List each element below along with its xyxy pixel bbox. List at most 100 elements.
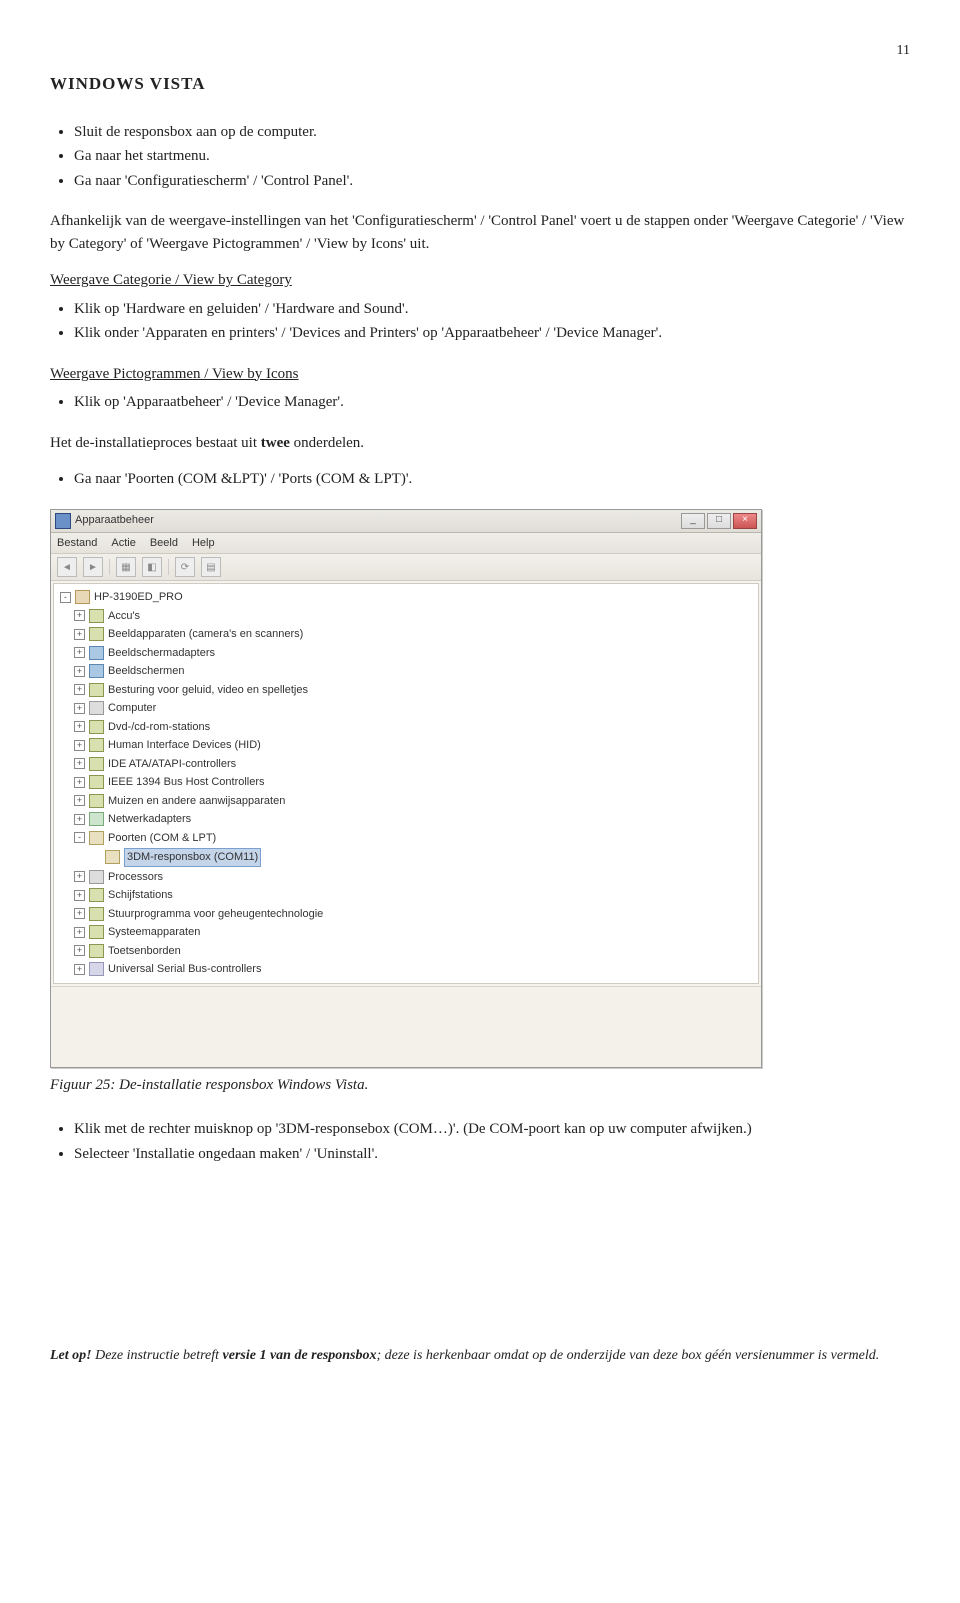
maximize-button[interactable]: □ [707,513,731,529]
device-icon [89,720,104,734]
tree-node[interactable]: + Dvd-/cd-rom-stations [56,718,756,737]
device-manager-window: Apparaatbeheer _ □ × Bestand Actie Beeld… [50,509,762,1068]
menu-action[interactable]: Actie [111,535,135,552]
device-icon [89,627,104,641]
expand-icon[interactable]: + [74,703,85,714]
list-item: Klik met de rechter muisknop op '3DM-res… [74,1118,910,1141]
view-by-icons-heading: Weergave Pictogrammen / View by Icons [50,363,910,386]
tree-label: Besturing voor geluid, video en spelletj… [108,682,308,699]
device-icon [89,888,104,902]
back-button[interactable]: ◄ [57,557,77,577]
tree-label: Netwerkadapters [108,811,191,828]
expand-icon[interactable]: + [74,666,85,677]
expand-icon[interactable]: + [74,758,85,769]
tree-label: Dvd-/cd-rom-stations [108,719,210,736]
forward-button[interactable]: ► [83,557,103,577]
device-icon [89,683,104,697]
list-item: Klik op 'Apparaatbeheer' / 'Device Manag… [74,391,910,414]
refresh-button[interactable]: ⟳ [175,557,195,577]
tree-label: Beeldschermen [108,663,184,680]
tree-node[interactable]: -Poorten (COM & LPT) [56,829,756,848]
expand-icon[interactable]: + [74,629,85,640]
device-icon [89,831,104,845]
titlebar: Apparaatbeheer _ □ × [51,510,761,533]
tree-node[interactable]: +IDE ATA/ATAPI-controllers [56,755,756,774]
toolbar-icon[interactable]: ▤ [201,557,221,577]
tree-label: Toetsenborden [108,943,181,960]
footnote: Let op! Deze instructie betreft versie 1… [50,1345,910,1366]
device-icon [89,962,104,976]
tree-node[interactable]: + Human Interface Devices (HID) [56,736,756,755]
tree-label: Universal Serial Bus-controllers [108,961,261,978]
device-icon [105,850,120,864]
tree-label: Human Interface Devices (HID) [108,737,261,754]
device-icon [89,907,104,921]
expand-icon[interactable]: + [74,647,85,658]
tree-label: Accu's [108,608,140,625]
app-icon [55,513,71,529]
tree-label: Schijfstations [108,887,173,904]
toolbar-icon[interactable]: ▦ [116,557,136,577]
expand-icon[interactable]: + [74,610,85,621]
expand-icon[interactable]: + [74,890,85,901]
device-tree: - HP-3190ED_PRO + Accu's+Beeldapparaten (… [53,583,759,984]
tree-node[interactable]: + Universal Serial Bus-controllers [56,960,756,979]
menu-view[interactable]: Beeld [150,535,178,552]
status-area [51,986,761,1067]
device-icon [89,757,104,771]
tree-node[interactable]: + Toetsenborden [56,942,756,961]
tree-node[interactable]: +IEEE 1394 Bus Host Controllers [56,773,756,792]
menu-help[interactable]: Help [192,535,215,552]
tree-node[interactable]: + Accu's [56,607,756,626]
tree-node[interactable]: +Beeldapparaten (camera's en scanners) [56,625,756,644]
tree-label: Processors [108,869,163,886]
tree-node-child[interactable]: 3DM-responsbox (COM11) [56,847,756,868]
tree-node[interactable]: + Beeldschermen [56,662,756,681]
list-item: Selecteer 'Installatie ongedaan maken' /… [74,1143,910,1166]
expand-icon[interactable]: + [74,740,85,751]
window-title: Apparaatbeheer [75,512,154,529]
tree-label: HP-3190ED_PRO [94,589,183,606]
device-icon [89,664,104,678]
minimize-button[interactable]: _ [681,513,705,529]
expand-icon[interactable]: + [74,871,85,882]
collapse-icon[interactable]: - [60,592,71,603]
device-icon [89,794,104,808]
expand-icon[interactable]: + [74,945,85,956]
toolbar: ◄ ► ▦ ◧ ⟳ ▤ [51,554,761,581]
computer-icon [75,590,90,604]
expand-icon[interactable]: + [74,795,85,806]
expand-icon[interactable]: + [74,927,85,938]
expand-icon[interactable]: + [74,908,85,919]
text: Het de-installatieproces bestaat uit [50,435,261,451]
expand-icon[interactable]: + [74,777,85,788]
menu-file[interactable]: Bestand [57,535,97,552]
tree-node[interactable]: + Processors [56,868,756,887]
expand-icon[interactable]: + [74,684,85,695]
list-item: Ga naar 'Configuratiescherm' / 'Control … [74,170,910,193]
tree-node[interactable]: +Systeemapparaten [56,923,756,942]
device-icon [89,870,104,884]
tree-label: Computer [108,700,156,717]
tree-node[interactable]: +Stuurprogramma voor geheugentechnologie [56,905,756,924]
device-icon [89,701,104,715]
category-bullet-list: Klik op 'Hardware en geluiden' / 'Hardwa… [50,298,910,345]
tree-node[interactable]: + Netwerkadapters [56,810,756,829]
expand-icon[interactable]: - [74,832,85,843]
tree-node[interactable]: + Besturing voor geluid, video en spellet… [56,681,756,700]
expand-icon[interactable]: + [74,814,85,825]
expand-icon[interactable]: + [74,964,85,975]
toolbar-icon[interactable]: ◧ [142,557,162,577]
tree-label: Muizen en andere aanwijsapparaten [108,793,285,810]
device-icon [89,775,104,789]
device-icon [89,646,104,660]
tree-node[interactable]: +Beeldschermadapters [56,644,756,663]
close-button[interactable]: × [733,513,757,529]
tree-root[interactable]: - HP-3190ED_PRO [56,588,756,607]
expand-icon[interactable]: + [74,721,85,732]
tree-node[interactable]: + Schijfstations [56,886,756,905]
tree-node[interactable]: + Computer [56,699,756,718]
version-bold: versie 1 van de responsbox [223,1348,377,1363]
tree-node[interactable]: + Muizen en andere aanwijsapparaten [56,792,756,811]
device-icon [89,609,104,623]
